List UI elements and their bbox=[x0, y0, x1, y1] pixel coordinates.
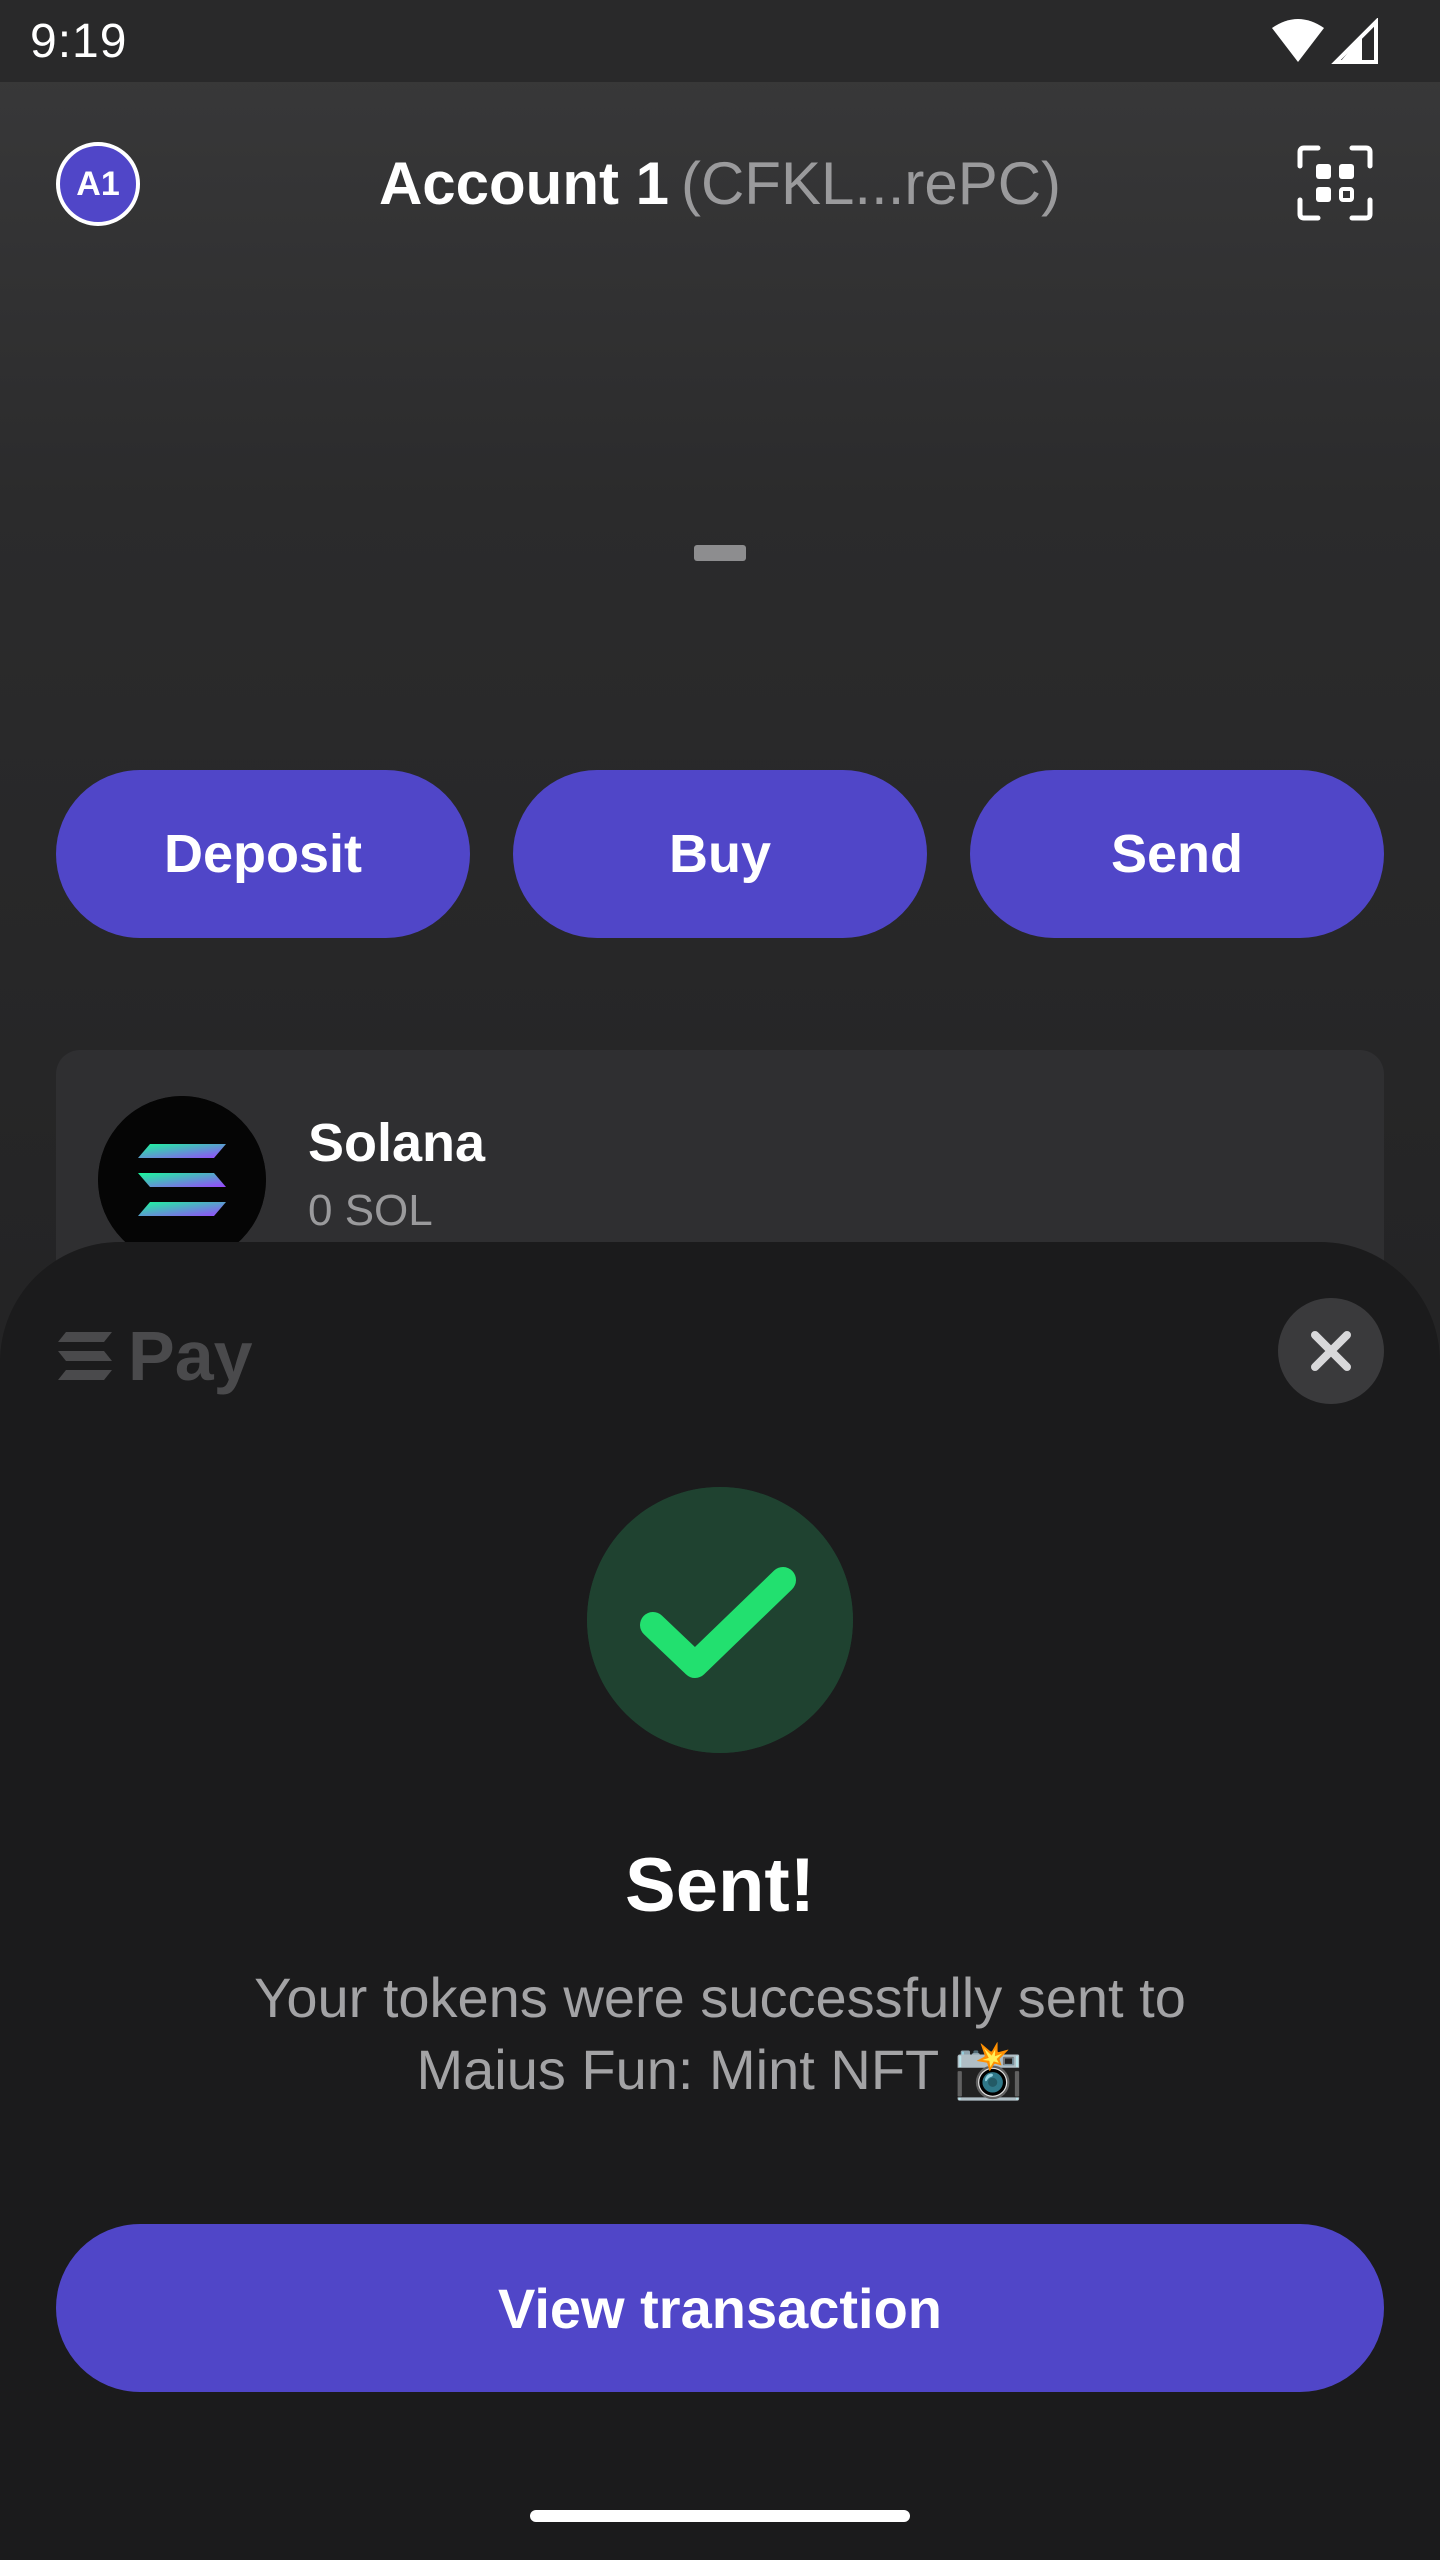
wifi-icon bbox=[1272, 19, 1324, 62]
solana-pay-mark-icon bbox=[58, 1332, 112, 1380]
solana-pay-logo: Pay bbox=[56, 1316, 253, 1396]
qr-scan-icon[interactable] bbox=[1296, 144, 1374, 222]
buy-button[interactable]: Buy bbox=[513, 770, 927, 938]
view-transaction-button[interactable]: View transaction bbox=[56, 2224, 1384, 2392]
deposit-button[interactable]: Deposit bbox=[56, 770, 470, 938]
send-button[interactable]: Send bbox=[970, 770, 1384, 938]
wallet-screen: 9:19 A1 Account 1 (CFKL...rePC) Deposit … bbox=[0, 0, 1440, 2560]
home-indicator[interactable] bbox=[530, 2510, 910, 2522]
sent-message: Your tokens were successfully sent to Ma… bbox=[120, 1962, 1320, 2106]
header: A1 Account 1 (CFKL...rePC) bbox=[0, 82, 1440, 282]
account-name: Account 1 bbox=[378, 150, 669, 217]
token-balance: 0 SOL bbox=[308, 1186, 433, 1235]
status-icons bbox=[1272, 18, 1378, 64]
sent-title: Sent! bbox=[625, 1843, 815, 1928]
pay-label: Pay bbox=[128, 1317, 253, 1395]
token-name: Solana bbox=[308, 1113, 486, 1173]
close-button[interactable] bbox=[1278, 1298, 1384, 1404]
sent-message-line-2: Maius Fun: Mint NFT 📸 bbox=[416, 2038, 1024, 2101]
sent-message-line-1: Your tokens were successfully sent to bbox=[254, 1966, 1186, 2029]
status-bar: 9:19 bbox=[0, 0, 1440, 82]
account-address: (CFKL...rePC) bbox=[681, 150, 1062, 217]
status-time: 9:19 bbox=[30, 15, 128, 68]
account-title[interactable]: Account 1 (CFKL...rePC) bbox=[0, 142, 1440, 226]
close-icon bbox=[1311, 1331, 1351, 1371]
action-buttons: Deposit Buy Send bbox=[56, 770, 1384, 938]
success-checkmark bbox=[587, 1487, 853, 1753]
success-sheet: Pay Sent! Your tokens were successfully … bbox=[0, 1242, 1440, 2560]
cell-signal-icon bbox=[1331, 18, 1378, 64]
solana-logo bbox=[98, 1096, 266, 1264]
balance-placeholder bbox=[694, 545, 746, 561]
